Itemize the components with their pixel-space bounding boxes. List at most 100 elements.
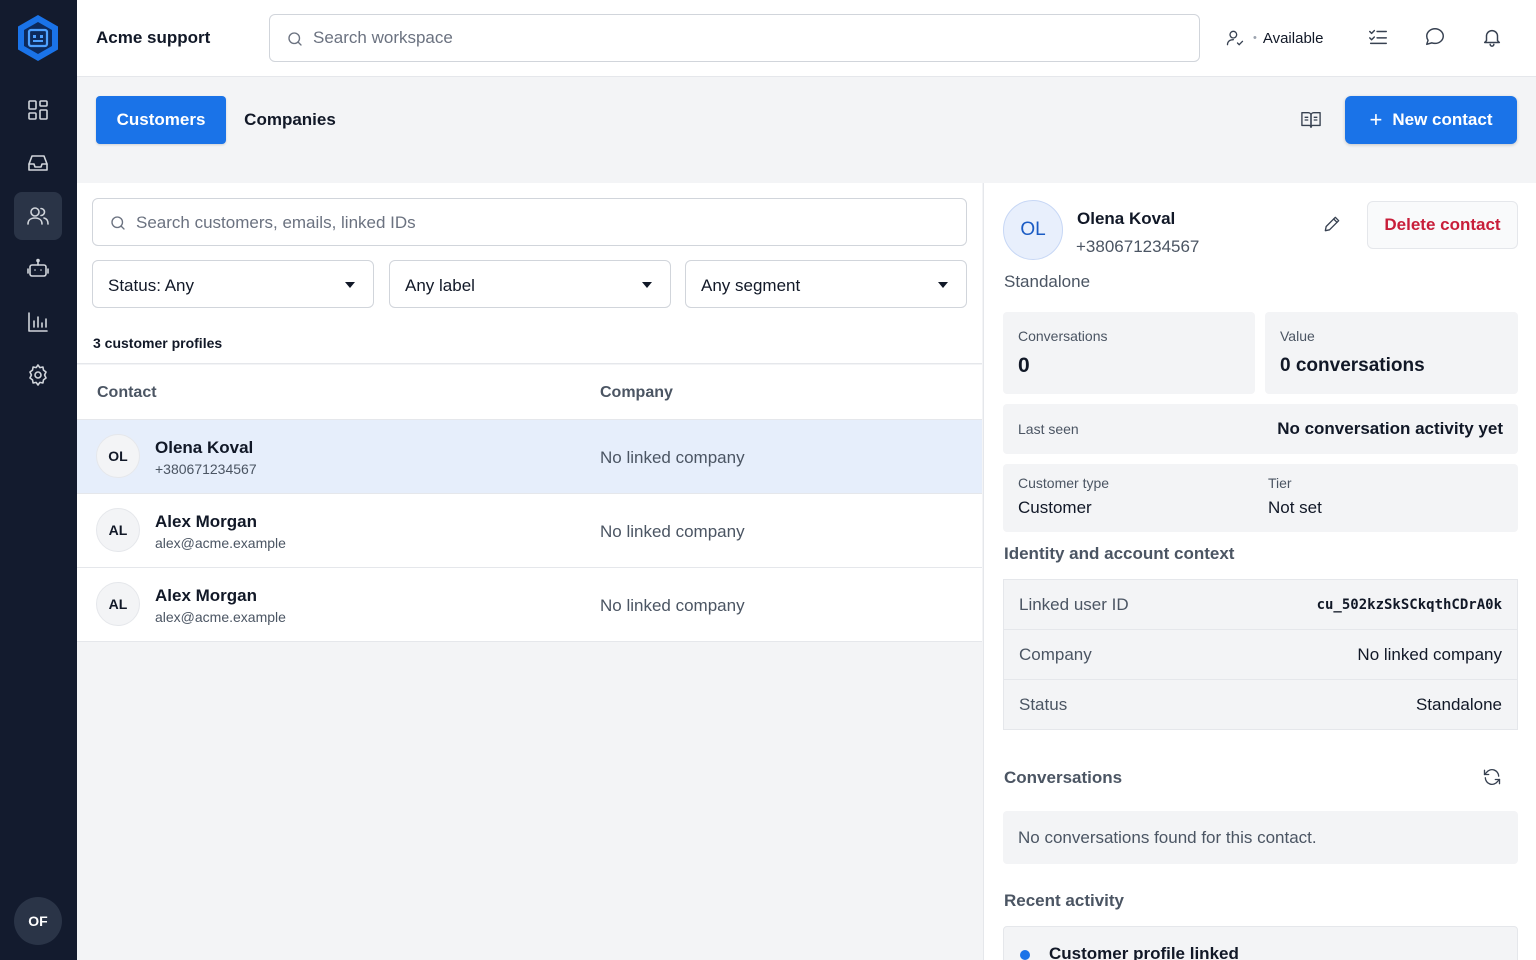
status-label: Status (1019, 695, 1068, 714)
conversations-empty-state: No conversations found for this contact. (1003, 811, 1518, 864)
conversations-stat-card: Conversations 0 (1003, 312, 1255, 394)
global-search[interactable] (269, 14, 1200, 62)
docs-button[interactable] (1300, 110, 1324, 132)
label-filter[interactable]: Any label (389, 260, 671, 308)
presence-separator: • (1253, 32, 1257, 44)
customer-search-input[interactable] (136, 210, 936, 236)
profiles-count: 3 customer profiles (93, 335, 223, 351)
recent-activity-title: Recent activity (1004, 891, 1124, 910)
table-header: Contact Company (77, 365, 982, 420)
avatar: OL (96, 434, 140, 478)
plus-icon: + (1369, 107, 1383, 132)
refresh-conversations-button[interactable] (1482, 767, 1504, 789)
chat-bubble-icon (1426, 28, 1444, 46)
tab-companies[interactable]: Companies (226, 96, 354, 144)
conversations-stat-label: Conversations (1018, 328, 1108, 344)
identity-row-linked-user: Linked user ID cu_502kzSkSCkqthCDrA0k (1004, 580, 1517, 630)
contact-phone: +380671234567 (1076, 237, 1200, 256)
row-contact-name: Alex Morgan (155, 586, 258, 605)
new-contact-button[interactable]: + New contact (1345, 96, 1517, 144)
conversations-stat-value: 0 (1018, 354, 1030, 377)
row-contact-detail: alex@acme.example (155, 535, 286, 551)
segment-filter-value: Any segment (701, 276, 801, 295)
contact-detail-panel: OL Olena Koval +380671234567 Standalone … (983, 183, 1536, 960)
company-value: No linked company (1357, 645, 1502, 664)
book-open-icon (1301, 112, 1321, 128)
column-company: Company (600, 384, 673, 401)
table-row[interactable]: AL Alex Morgan alex@acme.example No link… (77, 494, 982, 568)
column-contact: Contact (97, 384, 157, 401)
row-contact-name: Olena Koval (155, 438, 254, 457)
new-contact-label: New contact (1392, 110, 1493, 129)
dashboard-icon (28, 100, 48, 120)
status-value: Standalone (1415, 695, 1502, 714)
activity-item: Customer profile linked (1003, 926, 1518, 960)
value-stat-label: Value (1280, 328, 1315, 344)
row-contact-detail: alex@acme.example (155, 609, 286, 625)
tasks-button[interactable] (1367, 26, 1391, 50)
last-seen-label: Last seen (1018, 421, 1079, 437)
linked-user-id-label: Linked user ID (1019, 595, 1129, 614)
status-filter[interactable]: Status: Any (92, 260, 374, 308)
table-row[interactable]: AL Alex Morgan alex@acme.example No link… (77, 568, 982, 642)
customer-list-panel: Status: Any Any label Any segment 3 cust… (77, 183, 982, 960)
rail-reports-button[interactable] (14, 298, 62, 346)
bot-icon (27, 258, 49, 277)
tier-label: Tier (1268, 475, 1292, 491)
avatar: AL (96, 582, 140, 626)
value-stat-value: 0 conversations (1280, 355, 1425, 376)
linked-user-id-value: cu_502kzSkSCkqthCDrA0k (1316, 597, 1502, 613)
top-bar: Acme support • Available (77, 0, 1536, 77)
delete-contact-button[interactable]: Delete contact (1367, 201, 1518, 249)
row-contact-name: Alex Morgan (155, 512, 258, 531)
label-filter-value: Any label (405, 276, 475, 295)
app-logo[interactable] (16, 14, 60, 62)
conversations-empty-text: No conversations found for this contact. (1018, 828, 1317, 847)
contact-avatar: OL (1003, 200, 1063, 260)
bell-icon (1483, 29, 1501, 47)
conversations-section-title: Conversations (1004, 768, 1123, 787)
customer-type-label: Customer type (1018, 475, 1110, 491)
presence-label: Available (1262, 29, 1324, 47)
inbox-icon (28, 155, 48, 171)
refresh-icon (1483, 768, 1501, 786)
notifications-button[interactable] (1481, 26, 1505, 50)
status-filter-value: Status: Any (108, 276, 194, 295)
value-stat-card: Value 0 conversations (1265, 312, 1518, 394)
row-company: No linked company (600, 522, 745, 541)
reports-icon (28, 312, 48, 332)
global-search-input[interactable] (313, 25, 1173, 51)
checklist-icon (1369, 29, 1387, 45)
rail-settings-button[interactable] (14, 351, 62, 399)
avatar: AL (96, 508, 140, 552)
row-company: No linked company (600, 448, 745, 467)
search-icon (288, 32, 302, 46)
chevron-down-icon (642, 282, 652, 288)
activity-dot-icon (1020, 950, 1030, 960)
table-row[interactable]: OL Olena Koval +380671234567 No linked c… (77, 420, 982, 494)
user-avatar[interactable]: OF (14, 897, 62, 945)
tab-customers[interactable]: Customers (96, 96, 226, 144)
rail-dashboard-button[interactable] (14, 86, 62, 134)
user-status-icon (1226, 30, 1244, 46)
rail-contacts-button[interactable] (14, 192, 62, 240)
contacts-icon (27, 207, 49, 225)
last-seen-card: Last seen No conversation activity yet (1003, 404, 1518, 454)
activity-text: Customer profile linked (1049, 944, 1239, 960)
customer-search[interactable] (92, 198, 967, 246)
edit-contact-button[interactable] (1322, 214, 1346, 238)
rail-inbox-button[interactable] (14, 139, 62, 187)
list-toolbar: Status: Any Any label Any segment 3 cust… (77, 183, 982, 364)
rail-bot-button[interactable] (14, 245, 62, 293)
identity-table: Linked user ID cu_502kzSkSCkqthCDrA0k Co… (1003, 579, 1518, 730)
segment-filter[interactable]: Any segment (685, 260, 967, 308)
settings-icon (29, 364, 47, 386)
customer-type-value: Customer (1018, 498, 1092, 517)
customer-meta-card: Customer type Customer Tier Not set (1003, 464, 1518, 532)
nav-rail: OF (0, 0, 77, 960)
contact-status: Standalone (1004, 272, 1091, 291)
messages-button[interactable] (1424, 26, 1448, 50)
workspace-name: Acme support (96, 28, 211, 47)
pencil-icon (1324, 216, 1340, 232)
presence-toggle[interactable]: • Available (1225, 27, 1323, 49)
